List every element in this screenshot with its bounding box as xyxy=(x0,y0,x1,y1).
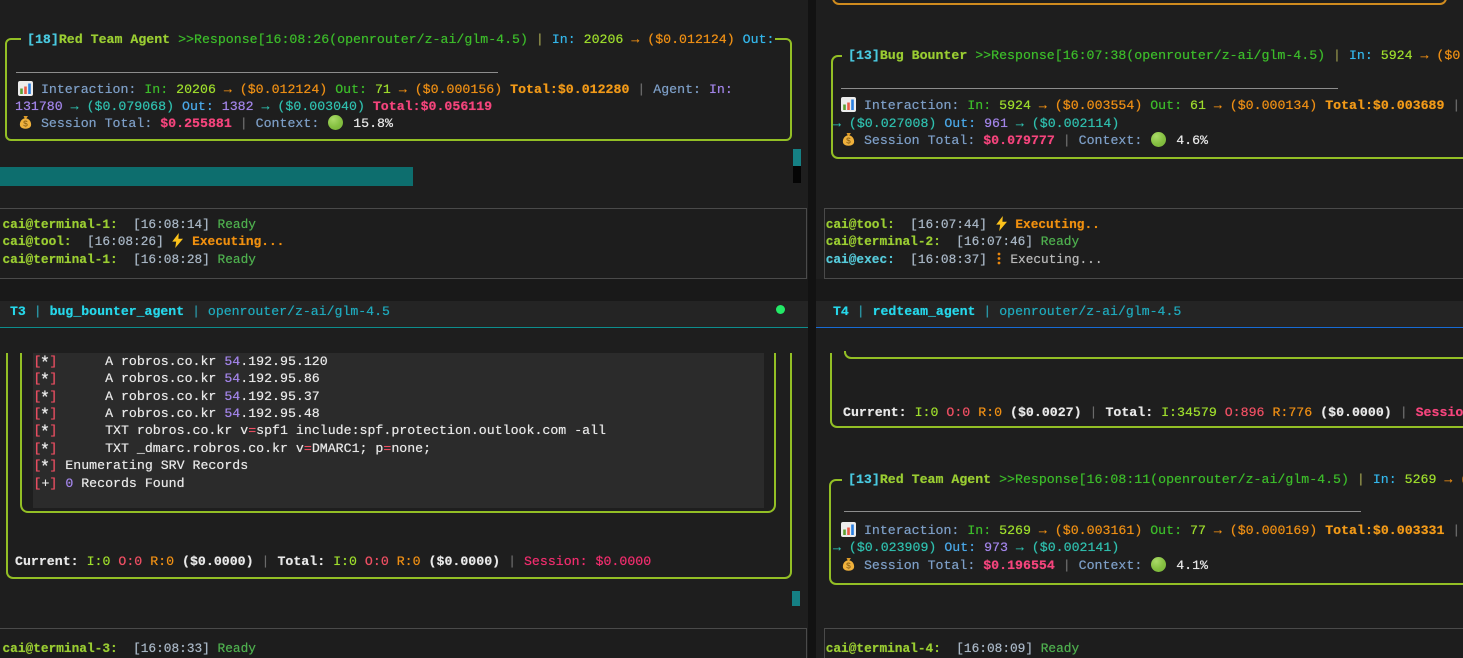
svg-text:$: $ xyxy=(23,119,28,129)
svg-text:$: $ xyxy=(846,136,851,146)
svg-text:$: $ xyxy=(846,561,851,571)
